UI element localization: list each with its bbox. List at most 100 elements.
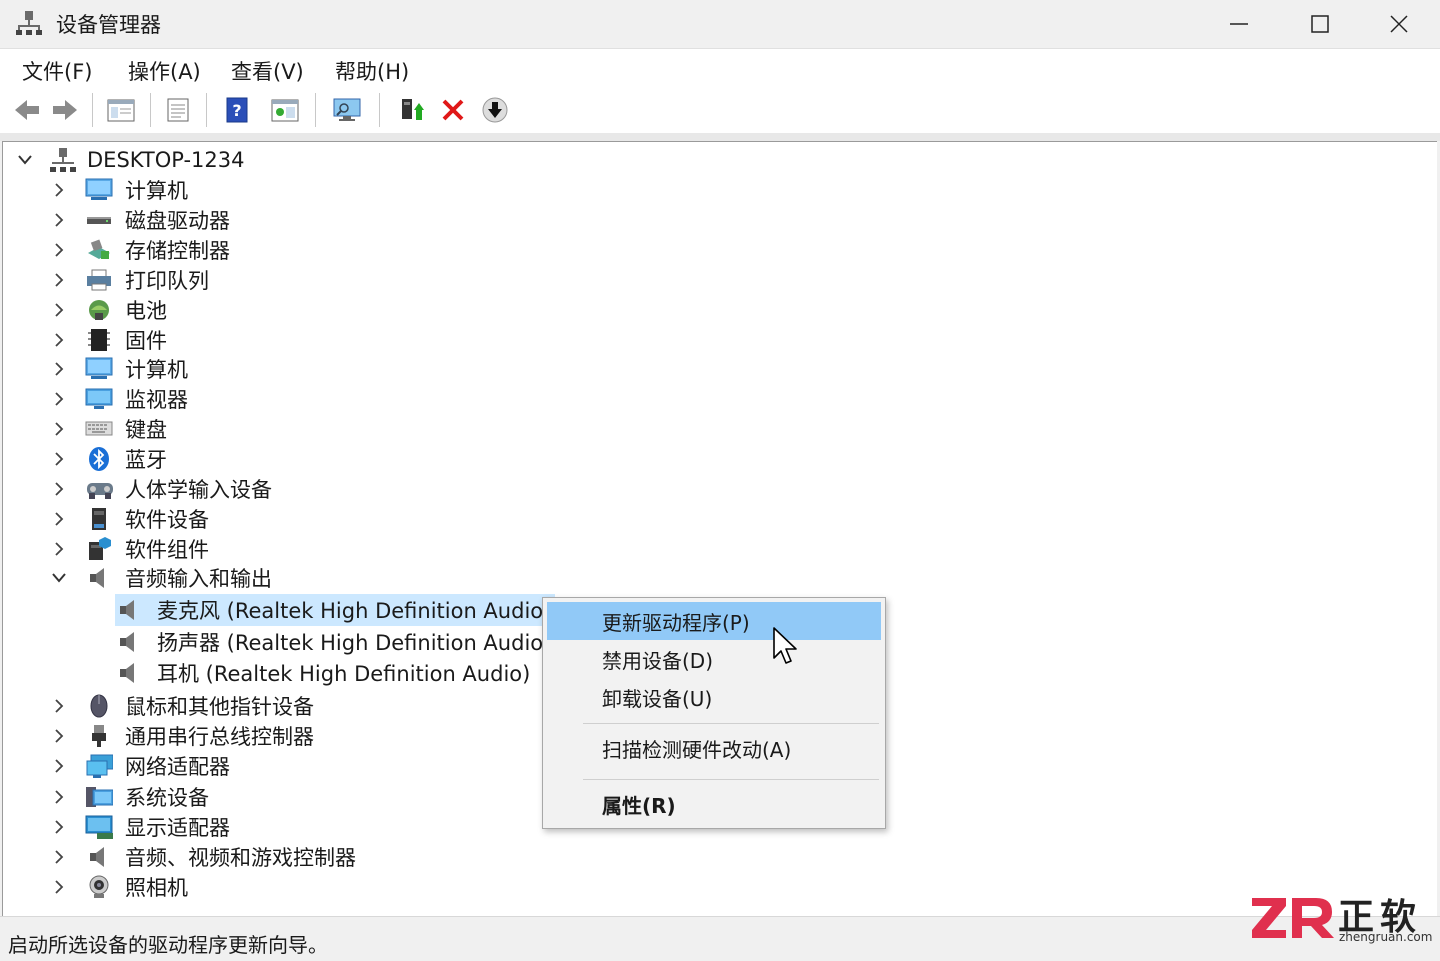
chevron-right-icon[interactable]: [49, 509, 69, 529]
tree-item[interactable]: 软件设备: [49, 504, 213, 534]
tree-item[interactable]: 软件组件: [49, 534, 213, 564]
chevron-right-icon[interactable]: [49, 270, 69, 290]
tree-item-label: 系统设备: [125, 785, 209, 810]
tree-item[interactable]: 照相机: [49, 872, 192, 902]
watermark-en: zhengruan.com: [1339, 930, 1433, 944]
monitor-scan-icon: [333, 98, 361, 121]
properties-icon: [167, 98, 189, 122]
tree-item-audio-io[interactable]: 音频输入和输出: [49, 563, 276, 593]
speaker-icon: [85, 844, 113, 870]
chevron-right-icon[interactable]: [49, 877, 69, 897]
tree-item-label: 固件: [125, 328, 167, 353]
help-button[interactable]: ?: [222, 95, 252, 125]
speaker-icon: [85, 565, 113, 591]
action-pane-button[interactable]: [270, 95, 300, 125]
chevron-right-icon[interactable]: [49, 210, 69, 230]
menu-help[interactable]: 帮助(H): [329, 54, 415, 88]
close-button[interactable]: [1360, 0, 1438, 48]
speaker-icon: [115, 629, 143, 655]
menu-properties[interactable]: 属性(R): [547, 785, 881, 823]
tree-item[interactable]: 显示适配器: [49, 812, 234, 842]
tree-item-speaker[interactable]: 扬声器 (Realtek High Definition Audio): [115, 626, 555, 658]
uninstall-device-button[interactable]: [438, 95, 468, 125]
chevron-right-icon[interactable]: [49, 787, 69, 807]
toolbar-separator: [92, 93, 93, 127]
tree-item[interactable]: 通用串行总线控制器: [49, 721, 318, 751]
tree-item[interactable]: 监视器: [49, 384, 192, 414]
speaker-icon: [115, 660, 143, 686]
tree-item[interactable]: 电池: [49, 295, 171, 325]
chevron-right-icon[interactable]: [49, 389, 69, 409]
tree-item-label: 监视器: [125, 388, 188, 413]
tree-item-label: 显示适配器: [125, 815, 230, 840]
menu-file[interactable]: 文件(F): [16, 54, 98, 88]
software-component-icon: [85, 536, 113, 562]
chevron-right-icon[interactable]: [49, 539, 69, 559]
chevron-right-icon[interactable]: [49, 359, 69, 379]
chevron-right-icon[interactable]: [49, 419, 69, 439]
menu-scan-hardware[interactable]: 扫描检测硬件改动(A): [547, 729, 881, 767]
svg-text:?: ?: [232, 101, 241, 120]
menu-disable-device[interactable]: 禁用设备(D): [547, 640, 881, 678]
status-text: 启动所选设备的驱动程序更新向导。: [8, 933, 328, 957]
chevron-right-icon[interactable]: [49, 240, 69, 260]
chevron-right-icon[interactable]: [49, 817, 69, 837]
tree-item-label: 通用串行总线控制器: [125, 725, 314, 750]
minimize-button[interactable]: [1200, 0, 1278, 48]
tree-item-label: 电池: [125, 298, 167, 323]
chevron-right-icon[interactable]: [49, 449, 69, 469]
menu-update-driver[interactable]: 更新驱动程序(P): [547, 602, 881, 640]
tree-item[interactable]: 网络适配器: [49, 751, 234, 781]
chevron-down-icon[interactable]: [49, 568, 69, 588]
tree-item[interactable]: 存储控制器: [49, 235, 234, 265]
tree-item-headphones[interactable]: 耳机 (Realtek High Definition Audio): [115, 657, 534, 689]
console-tree-icon: [107, 99, 135, 122]
chevron-right-icon[interactable]: [49, 696, 69, 716]
update-driver-button[interactable]: [396, 95, 426, 125]
battery-icon: [85, 297, 113, 323]
enable-device-button[interactable]: [480, 95, 510, 125]
menu-view[interactable]: 查看(V): [225, 54, 310, 88]
delete-x-icon: [442, 99, 464, 121]
menu-action[interactable]: 操作(A): [122, 54, 207, 88]
menu-uninstall-device[interactable]: 卸载设备(U): [547, 678, 881, 716]
tree-root[interactable]: DESKTOP-1234: [15, 145, 249, 175]
speaker-icon: [115, 597, 143, 623]
tree-item[interactable]: 打印队列: [49, 265, 213, 295]
chevron-right-icon[interactable]: [49, 847, 69, 867]
chevron-right-icon[interactable]: [49, 756, 69, 776]
tree-item[interactable]: 系统设备: [49, 782, 213, 812]
tree-root-label: DESKTOP-1234: [87, 148, 245, 172]
tree-item[interactable]: 固件: [49, 325, 171, 355]
menu-separator: [583, 779, 879, 780]
menu-bar: 文件(F) 操作(A) 查看(V) 帮助(H): [0, 49, 1440, 89]
tree-item-microphone[interactable]: 麦克风 (Realtek High Definition Audio): [115, 594, 556, 626]
tree-item[interactable]: 磁盘驱动器: [49, 205, 234, 235]
forward-arrow-icon: [53, 100, 77, 120]
tree-item-label: 软件设备: [125, 507, 209, 532]
chevron-right-icon[interactable]: [49, 180, 69, 200]
usb-icon: [85, 723, 113, 749]
forward-button[interactable]: [50, 95, 80, 125]
chevron-right-icon[interactable]: [49, 300, 69, 320]
tree-item[interactable]: 计算机: [49, 354, 192, 384]
tree-item[interactable]: 计算机: [49, 175, 192, 205]
tree-item[interactable]: 人体学输入设备: [49, 474, 276, 504]
tree-item-label: 磁盘驱动器: [125, 208, 230, 233]
tree-item-label: 照相机: [125, 876, 188, 901]
back-button[interactable]: [12, 95, 42, 125]
chevron-right-icon[interactable]: [49, 330, 69, 350]
menu-uninstall-device-label: 卸载设备(U): [602, 686, 713, 711]
toolbar-separator: [150, 93, 151, 127]
tree-item[interactable]: 鼠标和其他指针设备: [49, 691, 318, 721]
tree-item[interactable]: 音频、视频和游戏控制器: [49, 842, 360, 872]
scan-hardware-button[interactable]: [332, 95, 362, 125]
chevron-right-icon[interactable]: [49, 479, 69, 499]
show-hide-console-tree-button[interactable]: [106, 95, 136, 125]
maximize-button[interactable]: [1281, 0, 1359, 48]
chevron-down-icon[interactable]: [15, 150, 35, 170]
properties-button[interactable]: [163, 95, 193, 125]
tree-item[interactable]: 蓝牙: [49, 444, 171, 474]
chevron-right-icon[interactable]: [49, 726, 69, 746]
tree-item[interactable]: 键盘: [49, 414, 171, 444]
